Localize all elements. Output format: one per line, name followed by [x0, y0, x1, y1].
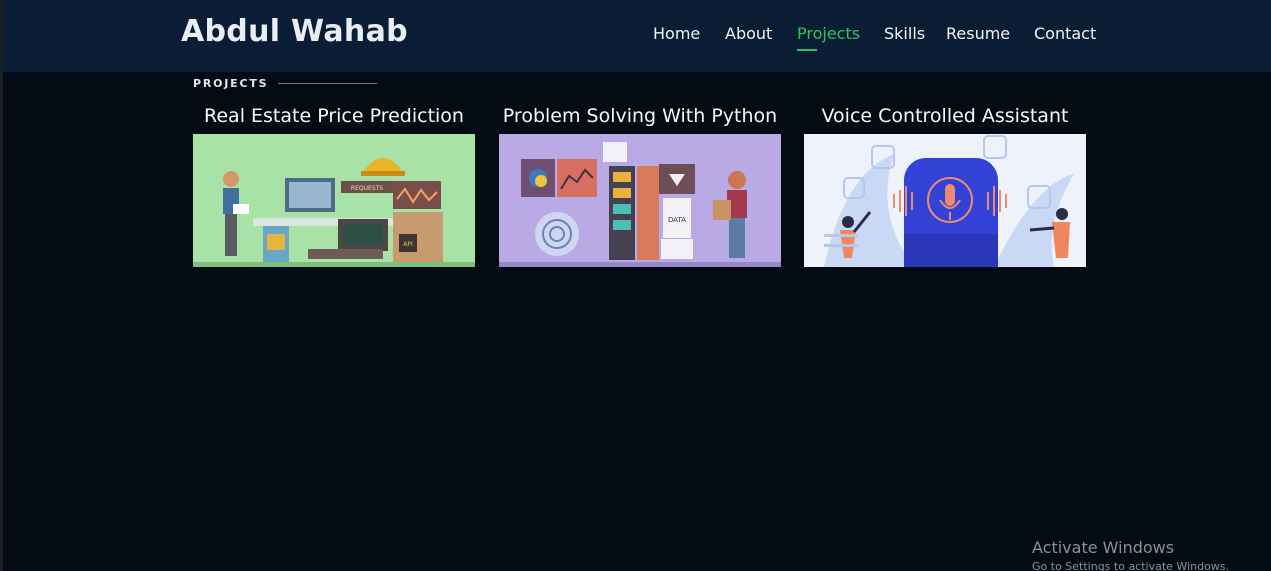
nav-active-indicator [797, 49, 817, 51]
section-divider [278, 83, 377, 84]
project-title[interactable]: Problem Solving With Python [499, 102, 781, 134]
data-label: DATA [668, 216, 686, 224]
project-card-real-estate[interactable]: Real Estate Price Prediction REQUESTS AP… [193, 102, 475, 267]
voice-assistant-illustration[interactable] [804, 134, 1086, 267]
api-label: API [403, 241, 413, 248]
api-machine-illustration[interactable]: REQUESTS API [193, 134, 475, 267]
watermark-subtitle: Go to Settings to activate Windows. [1032, 560, 1230, 571]
project-title[interactable]: Real Estate Price Prediction [193, 102, 475, 134]
nav-contact[interactable]: Contact [1034, 24, 1096, 43]
project-card-python[interactable]: Problem Solving With Python DATA [499, 102, 781, 267]
requests-label: REQUESTS [351, 185, 383, 192]
windows-activation-watermark: Activate Windows Go to Settings to activ… [1032, 538, 1229, 571]
nav-about[interactable]: About [725, 24, 772, 43]
nav-projects[interactable]: Projects [797, 24, 860, 43]
watermark-title: Activate Windows [1032, 538, 1175, 557]
site-header: Abdul Wahab Home About Projects Skills R… [3, 0, 1271, 72]
nav-skills[interactable]: Skills [884, 24, 925, 43]
site-logo[interactable]: Abdul Wahab [181, 14, 408, 49]
nav-home[interactable]: Home [653, 24, 700, 43]
nav-resume[interactable]: Resume [946, 24, 1010, 43]
data-machine-illustration[interactable]: DATA [499, 134, 781, 267]
project-card-voice[interactable]: Voice Controlled Assistant [804, 102, 1086, 267]
section-label: PROJECTS [193, 77, 269, 90]
project-title[interactable]: Voice Controlled Assistant [804, 102, 1086, 134]
